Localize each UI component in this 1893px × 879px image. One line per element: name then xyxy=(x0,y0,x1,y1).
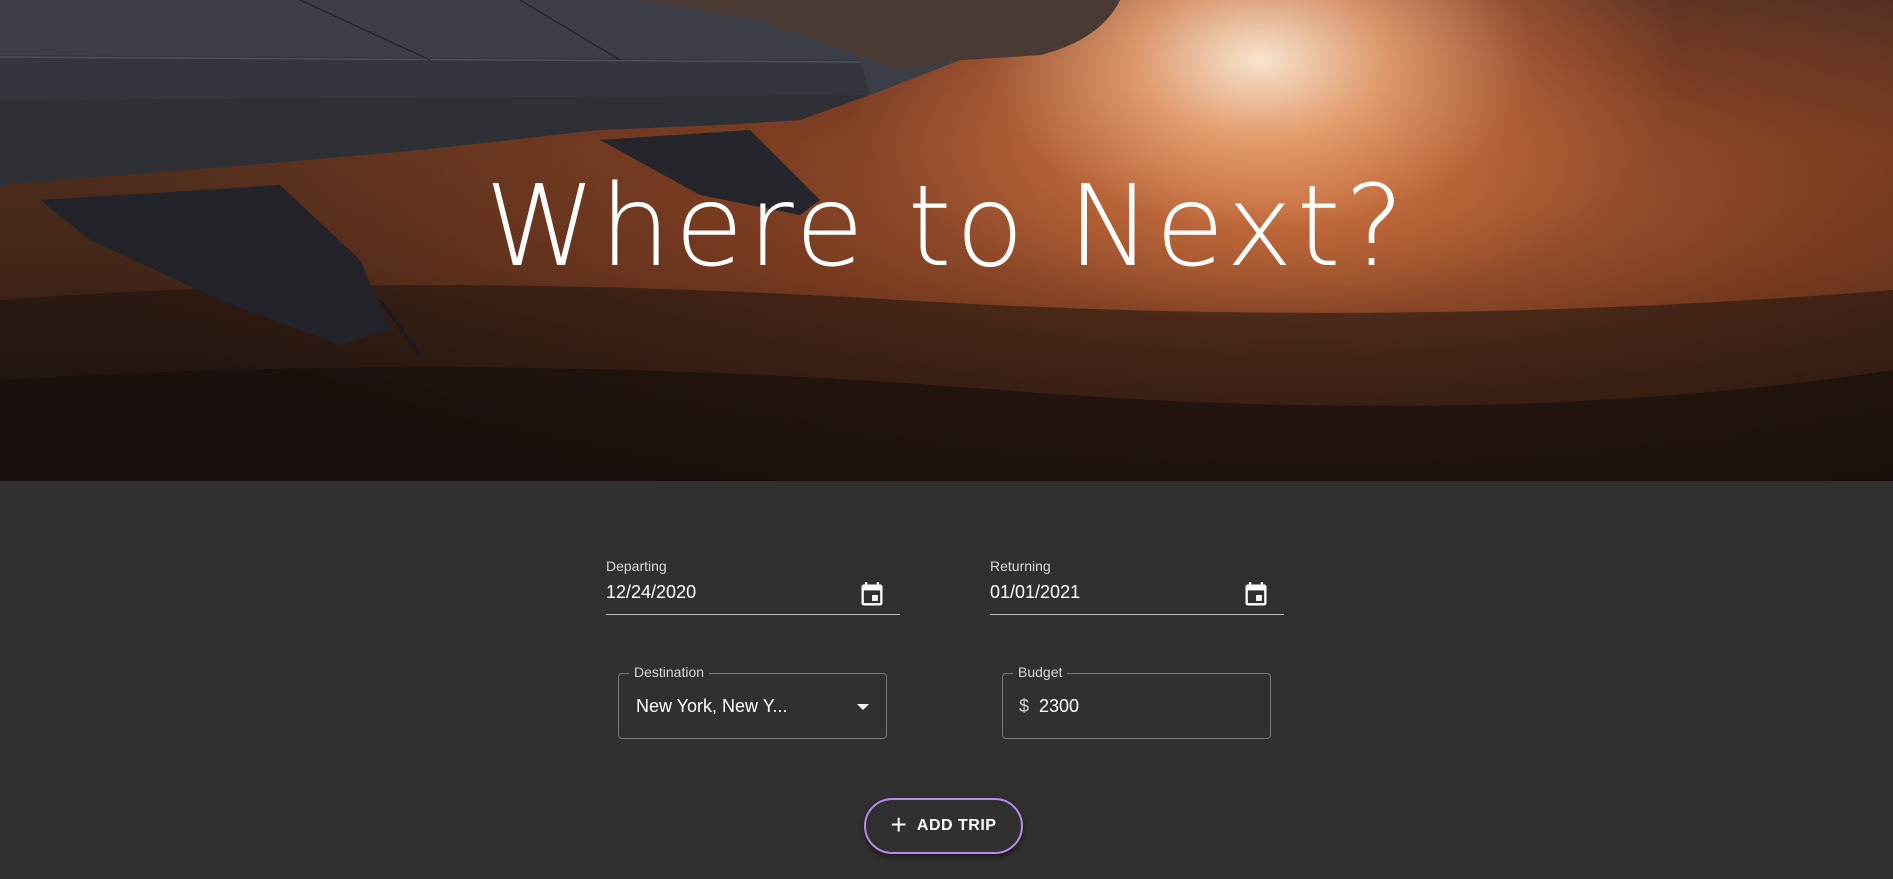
budget-input[interactable] xyxy=(1039,690,1249,722)
chevron-down-icon[interactable] xyxy=(857,704,869,710)
departing-date-field[interactable]: Departing 12/24/2020 xyxy=(606,481,900,615)
plus-icon: + xyxy=(890,809,907,840)
destination-label: Destination xyxy=(629,664,710,680)
departing-label: Departing xyxy=(606,558,667,574)
page-title: Where to Next? xyxy=(484,162,1409,292)
add-trip-label: ADD TRIP xyxy=(916,817,997,834)
departing-value[interactable]: 12/24/2020 xyxy=(606,582,696,603)
add-trip-button[interactable]: + ADD TRIP xyxy=(864,798,1023,854)
destination-value[interactable]: New York, New Y... xyxy=(636,696,787,717)
returning-underline xyxy=(990,614,1284,615)
budget-label: Budget xyxy=(1013,664,1068,680)
calendar-icon[interactable] xyxy=(858,581,886,609)
returning-value[interactable]: 01/01/2021 xyxy=(990,582,1080,603)
destination-select[interactable]: Destination New York, New Y... xyxy=(618,664,887,739)
returning-date-field[interactable]: Returning 01/01/2021 xyxy=(990,481,1284,615)
dollar-prefix: $ xyxy=(1019,696,1030,716)
budget-field[interactable]: Budget $ xyxy=(1002,664,1271,739)
calendar-icon[interactable] xyxy=(1242,581,1270,609)
hero-banner: Where to Next? xyxy=(0,0,1893,481)
departing-underline xyxy=(606,614,900,615)
returning-label: Returning xyxy=(990,558,1051,574)
trip-form: Departing 12/24/2020 Returning 01/01/202… xyxy=(0,481,1893,879)
